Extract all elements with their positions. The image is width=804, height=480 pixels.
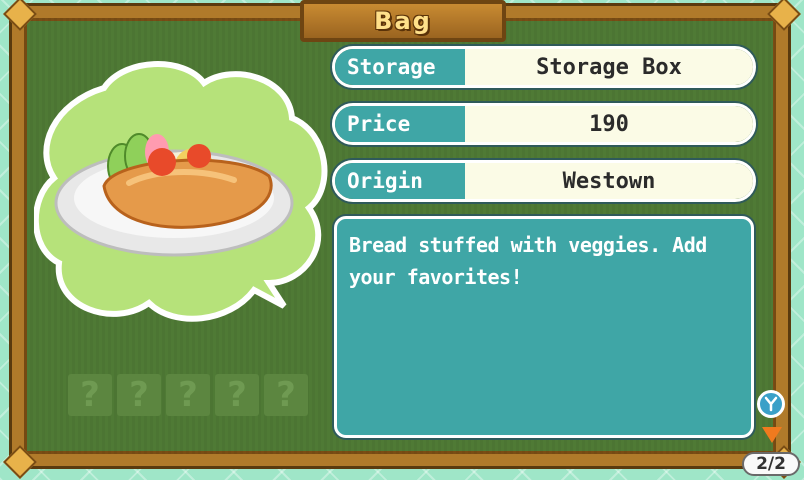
window-title: Bag (374, 7, 432, 35)
price-label: Price (335, 106, 465, 142)
storage-label: Storage (335, 49, 465, 85)
price-value: 190 (465, 106, 753, 142)
origin-row: Origin Westown (332, 160, 756, 202)
quality-slot: ? (166, 374, 210, 416)
origin-label: Origin (335, 163, 465, 199)
item-image-panel (34, 61, 328, 322)
down-arrow-icon[interactable] (762, 427, 782, 443)
page-indicator: 2/2 (742, 452, 800, 476)
quality-slot: ? (117, 374, 161, 416)
quality-slot: ? (215, 374, 259, 416)
storage-row: Storage Storage Box (332, 46, 756, 88)
quality-slot: ? (68, 374, 112, 416)
quality-slot: ? (264, 374, 308, 416)
y-glyph-icon (764, 396, 778, 412)
price-row: Price 190 (332, 103, 756, 145)
item-description: Bread stuffed with veggies. Add your fav… (334, 216, 754, 438)
y-button-icon[interactable] (757, 390, 785, 418)
storage-value: Storage Box (465, 49, 753, 85)
quality-slots: ? ? ? ? ? (68, 374, 308, 416)
title-plate: Bag (300, 0, 506, 42)
origin-value: Westown (465, 163, 753, 199)
